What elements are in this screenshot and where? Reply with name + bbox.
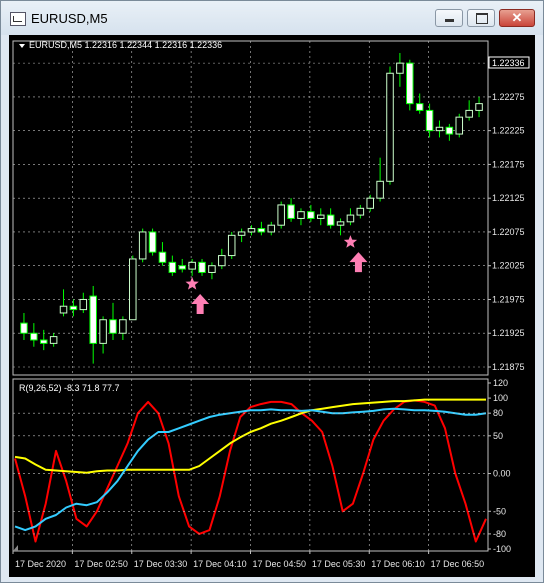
candle-body[interactable] [257,228,266,233]
candle-body[interactable] [99,319,107,344]
candle-body[interactable] [475,103,483,111]
price-tick-label: 1.21925 [492,328,525,338]
time-tick-label: 17 Dec 02:50 [74,559,128,569]
title-bar[interactable]: EURUSD,M5 ✕ [1,1,543,35]
candle-body[interactable] [267,224,276,233]
candle-body[interactable] [435,126,444,132]
candle-body[interactable] [247,228,256,233]
price-tick-label: 1.22225 [492,126,525,136]
candle-body[interactable] [148,231,157,253]
candle-body[interactable] [386,72,394,182]
price-tick-label: 1.22075 [492,227,525,237]
minimize-button[interactable] [435,9,463,27]
price-tick-label: 1.21875 [492,362,525,372]
candle-body[interactable] [188,261,196,270]
indicator-tick-label: -100 [493,544,511,554]
candle-body[interactable] [119,319,127,334]
current-price-label: 1.22336 [492,58,525,68]
chart-menu-triangle-icon[interactable] [19,44,25,48]
candle-body[interactable] [49,336,58,344]
indicator-info: R(9,26,52) -8.3 71.8 77.7 [19,383,120,393]
candle-body[interactable] [277,204,285,226]
up-arrow-icon [191,293,210,314]
maximize-icon [476,13,488,24]
candle-body[interactable] [158,251,167,263]
indicator-tick-label: 50 [493,431,503,441]
chart-window-icon [10,12,26,26]
candle-body[interactable] [129,258,137,321]
candle-body[interactable] [307,211,315,219]
candle-body[interactable] [168,261,177,273]
indicator-tick-label: 0.00 [493,469,511,479]
indicator-tick-label: -50 [493,506,506,516]
candle-body[interactable] [326,214,335,226]
candle-body[interactable] [198,261,206,273]
window-title: EURUSD,M5 [31,11,108,26]
price-info: EURUSD,M5 1.22316 1.22344 1.22316 1.2233… [29,40,222,50]
chart-shift-marker-icon[interactable] [13,545,18,551]
price-tick-label: 1.21975 [492,294,525,304]
time-tick-label: 17 Dec 2020 [15,559,66,569]
chart-window: EURUSD,M5 ✕ 1.223251.222751.222251.22175… [0,0,544,583]
candle-body[interactable] [237,231,246,236]
candle-body[interactable] [396,62,404,74]
candle-body[interactable] [89,295,97,344]
candle-body[interactable] [79,298,88,311]
candle-body[interactable] [59,305,68,314]
close-button[interactable]: ✕ [499,9,535,27]
star-icon [185,276,199,290]
candle-body[interactable] [20,322,28,334]
candle-body[interactable] [227,234,236,257]
indicator-tick-label: -80 [493,529,506,539]
candle-body[interactable] [465,109,473,118]
maximize-button[interactable] [467,9,495,27]
candle-body[interactable] [39,339,48,344]
time-tick-label: 17 Dec 04:50 [253,559,307,569]
close-icon: ✕ [511,10,523,25]
time-tick-label: 17 Dec 03:30 [134,559,188,569]
price-tick-label: 1.22175 [492,159,525,169]
time-tick-label: 17 Dec 05:30 [312,559,366,569]
candle-body[interactable] [138,231,147,260]
candle-body[interactable] [346,214,355,223]
candle-body[interactable] [297,211,305,219]
chart-area[interactable]: 1.223251.222751.222251.221751.221251.220… [9,35,535,577]
time-tick-label: 17 Dec 04:10 [193,559,247,569]
chart-canvas[interactable]: 1.223251.222751.222251.221751.221251.220… [9,35,535,577]
candle-body[interactable] [415,103,424,111]
candle-body[interactable] [287,204,295,219]
candle-body[interactable] [109,319,117,334]
candle-body[interactable] [445,126,454,135]
candle-body[interactable] [336,221,345,226]
minimize-icon [445,19,454,22]
candle-body[interactable] [69,305,78,311]
candle-body[interactable] [455,116,464,135]
price-tick-label: 1.22125 [492,193,525,203]
indicator-tick-label: 120 [493,378,508,388]
time-tick-label: 17 Dec 06:10 [371,559,425,569]
candle-body[interactable] [30,332,38,341]
candle-body[interactable] [218,255,226,267]
candle-body[interactable] [425,109,434,132]
indicator-tick-label: 100 [493,393,508,403]
star-icon [343,235,358,248]
price-tick-label: 1.22025 [492,261,525,271]
candle-body[interactable] [316,214,325,219]
indicator-tick-label: 80 [493,408,503,418]
candle-body[interactable] [406,62,414,105]
up-arrow-icon [349,252,368,273]
time-tick-label: 17 Dec 06:50 [431,559,485,569]
candle-body[interactable] [376,180,384,199]
price-tick-label: 1.22275 [492,92,525,102]
candle-body[interactable] [366,197,374,209]
candle-body[interactable] [356,207,365,216]
candle-body[interactable] [208,265,216,273]
candle-body[interactable] [178,265,187,270]
